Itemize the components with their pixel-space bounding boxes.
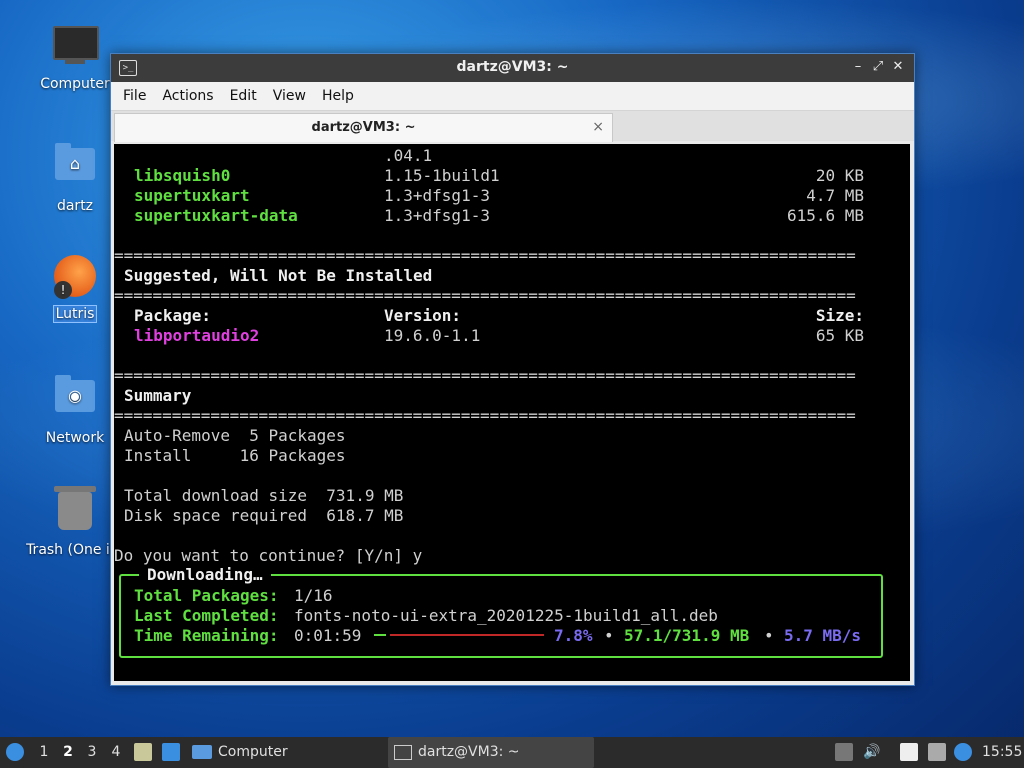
download-size-line: Total download size 731.9 MB bbox=[124, 486, 404, 505]
minimize-icon[interactable]: – bbox=[850, 59, 866, 75]
tab-label: dartz@VM3: ~ bbox=[311, 120, 416, 135]
warning-icon: ! bbox=[54, 281, 72, 299]
folder-icon bbox=[192, 745, 212, 759]
column-size-header: Size: bbox=[815, 306, 864, 325]
volume-icon[interactable]: 🔊 bbox=[862, 737, 882, 768]
downloading-title: Downloading… bbox=[139, 565, 271, 584]
workspace-3[interactable]: 3 bbox=[82, 737, 102, 768]
desktop-icon-label: Network bbox=[45, 430, 105, 446]
start-menu-icon[interactable] bbox=[6, 743, 24, 761]
package-size: 4.7 MB bbox=[806, 186, 864, 205]
suggested-package-name: libportaudio2 bbox=[134, 326, 260, 345]
suggested-header: Suggested, Will Not Be Installed bbox=[124, 266, 433, 285]
notification-icon[interactable] bbox=[835, 743, 853, 761]
bullet-separator: • bbox=[604, 626, 614, 645]
tab-bar: dartz@VM3: ~ × bbox=[111, 111, 914, 142]
desktop-icon-label: Lutris bbox=[52, 305, 98, 323]
separator-rule: ========================================… bbox=[114, 286, 856, 305]
update-notifier-icon[interactable] bbox=[954, 743, 972, 761]
computer-icon bbox=[53, 26, 99, 70]
package-size: 615.6 MB bbox=[786, 206, 864, 225]
separator-rule: ========================================… bbox=[114, 406, 856, 425]
separator-rule: ========================================… bbox=[114, 366, 856, 385]
menu-file[interactable]: File bbox=[115, 82, 154, 110]
menu-view[interactable]: View bbox=[265, 82, 314, 110]
auto-remove-line: Auto-Remove 5 Packages bbox=[124, 426, 346, 445]
download-progress-bar bbox=[374, 626, 544, 646]
package-version: 1.3+dfsg1-3 bbox=[384, 186, 490, 205]
total-packages-value: 1/16 bbox=[294, 586, 333, 605]
time-remaining-value: 0:01:59 bbox=[294, 626, 362, 645]
workspace-2[interactable]: 2 bbox=[58, 737, 78, 768]
task-computer[interactable]: Computer bbox=[192, 737, 382, 768]
network-icon[interactable] bbox=[928, 743, 946, 761]
window-title: dartz@VM3: ~ bbox=[456, 59, 569, 75]
last-completed-value: fonts-noto-ui-extra_20201225-1build1_all… bbox=[294, 606, 718, 625]
package-version: 1.15-1build1 bbox=[384, 166, 500, 185]
network-folder-icon: ◉ bbox=[53, 375, 97, 424]
disk-space-line: Disk space required 618.7 MB bbox=[124, 506, 404, 525]
suggested-package-size: 65 KB bbox=[815, 326, 864, 345]
workspace-1[interactable]: 1 bbox=[34, 737, 54, 768]
package-name: supertuxkart-data bbox=[134, 206, 298, 225]
separator-rule: ========================================… bbox=[114, 246, 856, 265]
terminal-window: >_ dartz@VM3: ~ – ⤢ ✕ File Actions Edit Vie… bbox=[110, 53, 915, 686]
install-line: Install 16 Packages bbox=[124, 446, 346, 465]
terminal-output[interactable]: .04.1 libsquish0 1.15-1build1 20 KB supe… bbox=[114, 144, 910, 681]
trash-icon bbox=[53, 486, 97, 536]
lutris-icon: ! bbox=[53, 255, 97, 299]
download-speed: 5.7 MB/s bbox=[784, 626, 862, 645]
menu-edit[interactable]: Edit bbox=[222, 82, 265, 110]
close-icon[interactable]: ✕ bbox=[890, 59, 906, 75]
progress-remaining bbox=[390, 634, 544, 636]
menu-help[interactable]: Help bbox=[314, 82, 362, 110]
version-fragment: .04.1 bbox=[384, 146, 433, 165]
continue-prompt: Do you want to continue? [Y/n] y bbox=[114, 546, 423, 565]
suggested-package-version: 19.6.0-1.1 bbox=[384, 326, 481, 345]
column-package-header: Package: bbox=[134, 306, 212, 325]
taskbar: 1 2 3 4 Computer dartz@VM3: ~ 🔊 15:55 bbox=[0, 737, 1024, 768]
desktop-icon-label: Computer bbox=[40, 76, 110, 92]
task-label: dartz@VM3: ~ bbox=[418, 744, 520, 760]
summary-header: Summary bbox=[124, 386, 192, 405]
clipboard-icon[interactable] bbox=[900, 743, 918, 761]
task-label: Computer bbox=[218, 744, 288, 760]
progress-bytes: 57.1/731.9 MB bbox=[624, 626, 750, 645]
bullet-separator: • bbox=[764, 626, 774, 645]
total-packages-label: Total Packages: bbox=[134, 586, 279, 605]
tab-close-icon[interactable]: × bbox=[592, 119, 604, 135]
time-remaining-label: Time Remaining: bbox=[134, 626, 279, 645]
home-folder-icon: ⌂ bbox=[53, 143, 97, 192]
desktop-icon-label: dartz bbox=[56, 198, 94, 214]
text-editor-icon[interactable] bbox=[134, 743, 152, 761]
progress-fill bbox=[374, 634, 386, 636]
clock[interactable]: 15:55 bbox=[982, 737, 1022, 768]
package-version: 1.3+dfsg1-3 bbox=[384, 206, 490, 225]
show-desktop-icon[interactable] bbox=[162, 743, 180, 761]
column-version-header: Version: bbox=[384, 306, 462, 325]
workspace-4[interactable]: 4 bbox=[106, 737, 126, 768]
progress-percent: 7.8% bbox=[554, 626, 593, 645]
package-name: libsquish0 bbox=[134, 166, 231, 185]
menu-bar: File Actions Edit View Help bbox=[111, 82, 914, 111]
window-titlebar[interactable]: >_ dartz@VM3: ~ – ⤢ ✕ bbox=[111, 54, 914, 82]
maximize-icon[interactable]: ⤢ bbox=[870, 59, 886, 75]
terminal-icon bbox=[394, 744, 412, 760]
task-terminal[interactable]: dartz@VM3: ~ bbox=[388, 737, 594, 768]
menu-actions[interactable]: Actions bbox=[154, 82, 221, 110]
package-name: supertuxkart bbox=[134, 186, 250, 205]
tab-terminal[interactable]: dartz@VM3: ~ × bbox=[114, 113, 613, 142]
download-progress-box: Downloading… Total Packages: 1/16 Last C… bbox=[119, 565, 883, 658]
package-size: 20 KB bbox=[815, 166, 864, 185]
last-completed-label: Last Completed: bbox=[134, 606, 279, 625]
